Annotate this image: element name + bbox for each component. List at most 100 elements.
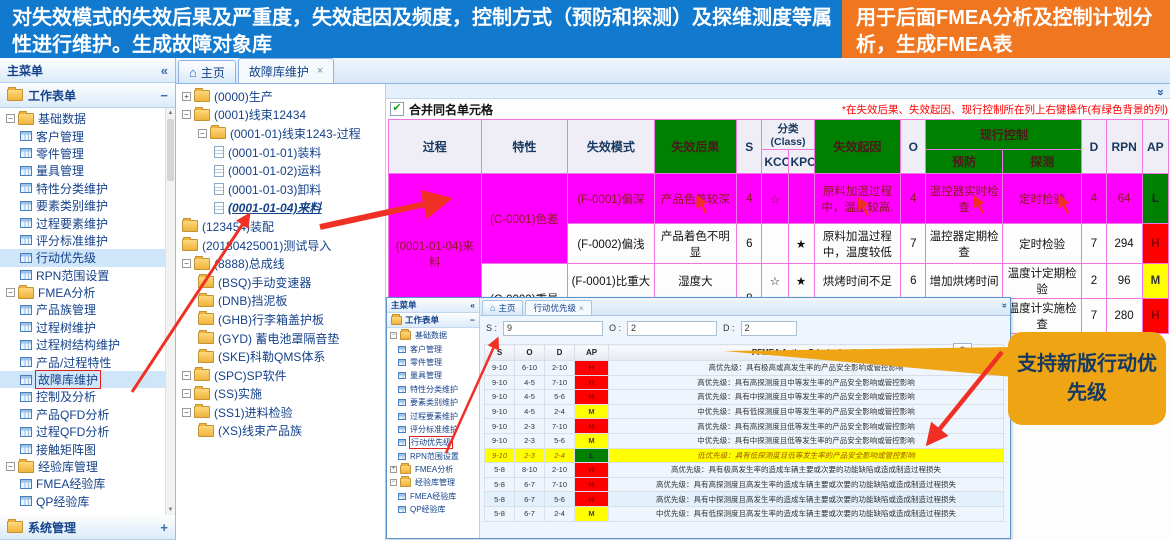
ap-o-cell[interactable]: 6-7 bbox=[515, 506, 545, 521]
ap-o-cell[interactable]: 2-3 bbox=[515, 419, 545, 434]
rpn-cell[interactable]: 294 bbox=[1106, 224, 1142, 264]
ap-table-row[interactable]: 9-106-102-10H高优先级：具有极高或高发生率的产品安全影响或管控影响 bbox=[485, 361, 1004, 376]
collapse-icon[interactable]: − bbox=[6, 462, 15, 471]
kcc-cell[interactable] bbox=[762, 224, 788, 264]
sidebar-scrollbar[interactable]: ▲ ▼ bbox=[165, 108, 175, 515]
kpc-cell[interactable] bbox=[788, 174, 814, 224]
sidebar-item[interactable]: 量具管理 bbox=[0, 162, 175, 179]
mini-tab-action-priority[interactable]: 行动优先级 × bbox=[525, 300, 591, 315]
mini-menu-item[interactable]: 客户管理 bbox=[387, 342, 479, 355]
ap-table-row[interactable]: 9-104-57-10H高优先级：具有高探测度且中等发生率的产品安全影响或管控影… bbox=[485, 375, 1004, 390]
ap-logic-cell[interactable]: 高优先级：具有极高发生率的造成车辆主要或次要的功能缺陷或造成制造过程损失 bbox=[609, 463, 1004, 478]
worksheet-section-bar[interactable]: 工作表单 − bbox=[0, 83, 175, 108]
kpc-cell[interactable]: ★ bbox=[788, 224, 814, 264]
sidebar-item[interactable]: 特性分类维护 bbox=[0, 180, 175, 197]
collapse-icon[interactable]: − bbox=[182, 371, 191, 380]
ap-logic-cell[interactable]: 中优先级：具有低探测度且中等发生率的产品安全影响或管控影响 bbox=[609, 404, 1004, 419]
sidebar-item[interactable]: 零件管理 bbox=[0, 145, 175, 162]
ap-priority-cell[interactable]: H bbox=[575, 419, 609, 434]
failure-mode-cell[interactable]: (F-0002)偏浅 bbox=[568, 224, 655, 264]
d-cell[interactable]: 7 bbox=[1082, 224, 1106, 264]
ap-priority-cell[interactable]: H bbox=[575, 361, 609, 376]
object-tree-item[interactable]: (XS)线束产品族 bbox=[176, 422, 385, 441]
object-tree-item[interactable]: (20180425001)测试导入 bbox=[176, 236, 385, 255]
ap-o-cell[interactable]: 4-5 bbox=[515, 390, 545, 405]
expand-icon[interactable]: + bbox=[182, 92, 191, 101]
object-tree-item[interactable]: (GYD) 蓄电池罩隔音垫 bbox=[176, 329, 385, 348]
col-header-current-control[interactable]: 现行控制 bbox=[926, 120, 1082, 150]
ap-s-cell[interactable]: 9-10 bbox=[485, 361, 515, 376]
detection-cell[interactable]: 定时检验 bbox=[1002, 174, 1082, 224]
cause-cell[interactable]: 原料加温过程中，温度较高. bbox=[814, 174, 901, 224]
collapse-icon[interactable]: − bbox=[182, 110, 191, 119]
sidebar-item[interactable]: RPN范围设置 bbox=[0, 267, 175, 284]
collapse-icon[interactable]: − bbox=[198, 129, 207, 138]
object-tree-item[interactable]: −(0001)线束12434 bbox=[176, 106, 385, 125]
mini-menu-item[interactable]: −基础数据 bbox=[387, 329, 479, 342]
mini-menu-item[interactable]: 要素类别维护 bbox=[387, 396, 479, 409]
d-cell[interactable]: 7 bbox=[1082, 299, 1106, 334]
ap-table-row[interactable]: 9-104-55-6H高优先级：具有中探测度且中等发生率的产品安全影响或管控影响 bbox=[485, 390, 1004, 405]
mini-menu-item[interactable]: 过程要素维护 bbox=[387, 409, 479, 422]
object-tree-item[interactable]: (BSQ)手动变速器 bbox=[176, 273, 385, 292]
ap-o-cell[interactable]: 6-10 bbox=[515, 361, 545, 376]
sidebar-item[interactable]: 产品QFD分析 bbox=[0, 406, 175, 423]
mini-menu-item[interactable]: 特性分类维护 bbox=[387, 383, 479, 396]
mini-collapse-icon[interactable]: « bbox=[470, 300, 475, 310]
detection-cell[interactable]: 温度计定期检验 bbox=[1002, 264, 1082, 299]
sidebar-item[interactable]: −FMEA分析 bbox=[0, 284, 175, 301]
tab-home[interactable]: ⌂ 主页 bbox=[178, 60, 236, 83]
mini-tab-close-icon[interactable]: × bbox=[579, 304, 584, 313]
ap-cell[interactable]: H bbox=[1142, 299, 1168, 334]
col-header-failure-effect[interactable]: 失效后果 bbox=[654, 120, 737, 174]
mini-menu-item[interactable]: 量具管理 bbox=[387, 369, 479, 382]
sidebar-item[interactable]: 评分标准维护 bbox=[0, 232, 175, 249]
ap-priority-cell[interactable]: H bbox=[575, 463, 609, 478]
d-cell[interactable]: 4 bbox=[1082, 174, 1106, 224]
object-tree-item[interactable]: −(SPC)SP软件 bbox=[176, 366, 385, 385]
ap-logic-cell[interactable]: 高优先级：具有极高或高发生率的产品安全影响或管控影响 bbox=[609, 361, 1004, 376]
collapse-icon[interactable]: − bbox=[390, 479, 397, 486]
sidebar-item[interactable]: 要素类别维护 bbox=[0, 197, 175, 214]
sidebar-item[interactable]: 客户管理 bbox=[0, 127, 175, 144]
scroll-down-icon[interactable]: ▼ bbox=[166, 505, 175, 515]
collapse-icon[interactable]: − bbox=[182, 259, 191, 268]
characteristic-cell[interactable]: (C-0001)色差 bbox=[481, 174, 568, 264]
ap-d-cell[interactable]: 5-6 bbox=[545, 433, 575, 448]
col-header-cause[interactable]: 失效起因 bbox=[814, 120, 901, 174]
ap-s-cell[interactable]: 5-8 bbox=[485, 506, 515, 521]
mini-menu-item[interactable]: 零件管理 bbox=[387, 356, 479, 369]
sidebar-item[interactable]: FMEA经验库 bbox=[0, 475, 175, 492]
footer-expand-icon[interactable]: + bbox=[160, 520, 168, 535]
ap-s-cell[interactable]: 5-8 bbox=[485, 463, 515, 478]
o-cell[interactable]: 4 bbox=[901, 174, 926, 224]
collapse-icon[interactable]: − bbox=[390, 332, 397, 339]
ap-logic-cell[interactable]: 高优先级：具有高探测度且高发生率的造成车辆主要或次要的功能缺陷或造成制造过程损失 bbox=[609, 477, 1004, 492]
section-collapse-icon[interactable]: − bbox=[160, 88, 168, 103]
object-tree-item[interactable]: (0001-01-02)运料 bbox=[176, 161, 385, 180]
cause-cell[interactable]: 烘烤时间不足 bbox=[814, 264, 901, 299]
panel-expand-chevron-icon[interactable]: » bbox=[1154, 89, 1168, 95]
ap-logic-cell[interactable]: 高优先级：具有中探测度且中等发生率的产品安全影响或管控影响 bbox=[609, 390, 1004, 405]
kcc-cell[interactable]: ☆ bbox=[762, 264, 788, 299]
tab-failure-library[interactable]: 故障库维护 × bbox=[238, 58, 334, 83]
ap-s-cell[interactable]: 9-10 bbox=[485, 448, 515, 463]
ap-d-cell[interactable]: 7-10 bbox=[545, 419, 575, 434]
ap-priority-cell[interactable]: L bbox=[575, 448, 609, 463]
d-cell[interactable]: 2 bbox=[1082, 264, 1106, 299]
sidebar-item[interactable]: 过程树结构维护 bbox=[0, 336, 175, 353]
failure-effect-cell[interactable]: 湿度大 bbox=[654, 264, 737, 299]
object-tree-item[interactable]: (SKE)科勒QMS体系 bbox=[176, 347, 385, 366]
ap-priority-cell[interactable]: H bbox=[575, 492, 609, 507]
object-tree-item[interactable]: +(0000)生产 bbox=[176, 87, 385, 106]
ap-d-cell[interactable]: 7-10 bbox=[545, 477, 575, 492]
expand-icon[interactable]: + bbox=[390, 466, 397, 473]
failure-mode-cell[interactable]: (F-0001)偏深 bbox=[568, 174, 655, 224]
rpn-cell[interactable]: 96 bbox=[1106, 264, 1142, 299]
ap-o-cell[interactable]: 2-3 bbox=[515, 448, 545, 463]
object-tree-item[interactable]: (0001-01-03)卸料 bbox=[176, 180, 385, 199]
sidebar-item[interactable]: −基础数据 bbox=[0, 110, 175, 127]
cause-cell[interactable]: 原料加温过程中，温度较低 bbox=[814, 224, 901, 264]
mini-menu-item[interactable]: 行动优先级 bbox=[387, 436, 479, 449]
ap-priority-cell[interactable]: M bbox=[575, 404, 609, 419]
